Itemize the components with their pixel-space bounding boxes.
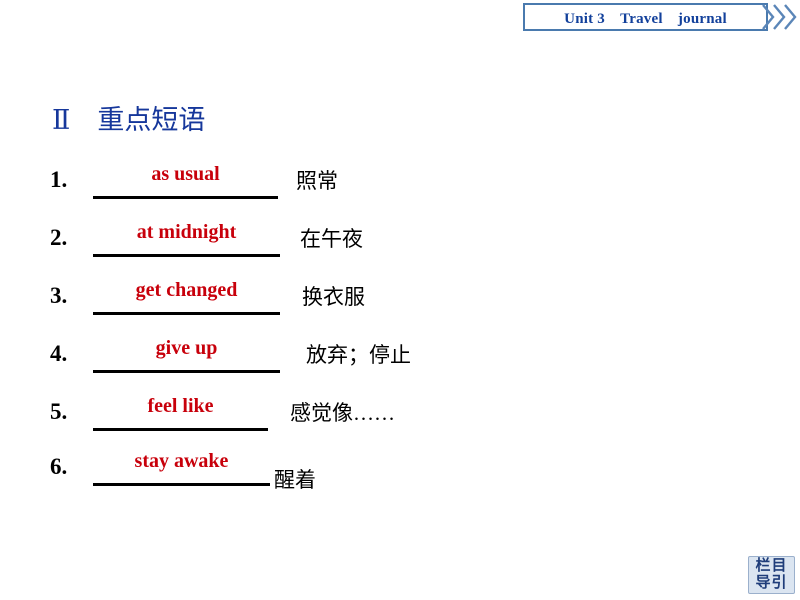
phrase-answer-slot[interactable]: at midnight xyxy=(93,221,280,257)
phrase-row: 6. stay awake 醒着 xyxy=(0,450,800,500)
phrase-meaning-text: 感觉像…… xyxy=(290,401,395,425)
phrase-answer-text: as usual xyxy=(151,163,220,185)
phrase-meaning-text: 放弃；停止 xyxy=(306,343,411,367)
phrase-row: 2. at midnight 在午夜 xyxy=(0,221,800,271)
phrase-list: 1. as usual 照常 2. at midnight 在午夜 3. get… xyxy=(0,0,800,600)
phrase-meaning-text: 换衣服 xyxy=(302,285,365,309)
phrase-answer-text: at midnight xyxy=(136,221,237,243)
answer-underline xyxy=(93,370,280,373)
phrase-number: 5. xyxy=(50,399,68,424)
answer-underline xyxy=(93,428,268,431)
phrase-answer-text: stay awake xyxy=(134,450,229,472)
phrase-meaning-text: 照常 xyxy=(296,169,338,193)
phrase-number: 6. xyxy=(50,454,68,479)
phrase-row: 3. get changed 换衣服 xyxy=(0,279,800,329)
phrase-row: 4. give up 放弃；停止 xyxy=(0,337,800,387)
phrase-number: 1. xyxy=(50,167,68,192)
phrase-answer-slot[interactable]: stay awake xyxy=(93,450,270,486)
column-guide-button[interactable]: 栏目 导引 xyxy=(748,556,795,594)
phrase-answer-slot[interactable]: as usual xyxy=(93,163,278,199)
answer-underline xyxy=(93,312,280,315)
phrase-meaning-text: 醒着 xyxy=(274,468,316,492)
phrase-answer-text: feel like xyxy=(147,395,214,417)
phrase-answer-text: get changed xyxy=(135,279,238,301)
phrase-row: 1. as usual 照常 xyxy=(0,163,800,213)
phrase-row: 5. feel like 感觉像…… xyxy=(0,395,800,445)
phrase-answer-slot[interactable]: get changed xyxy=(93,279,280,315)
phrase-number: 4. xyxy=(50,341,68,366)
phrase-meaning-text: 在午夜 xyxy=(300,227,363,251)
column-guide-label-line1: 栏目 xyxy=(755,558,788,574)
answer-underline xyxy=(93,196,278,199)
phrase-number: 2. xyxy=(50,225,68,250)
phrase-answer-text: give up xyxy=(155,337,218,359)
phrase-answer-slot[interactable]: give up xyxy=(93,337,280,373)
phrase-number: 3. xyxy=(50,283,68,308)
answer-underline xyxy=(93,483,270,486)
answer-underline xyxy=(93,254,280,257)
column-guide-label-line2: 导引 xyxy=(755,575,788,591)
phrase-answer-slot[interactable]: feel like xyxy=(93,395,268,431)
